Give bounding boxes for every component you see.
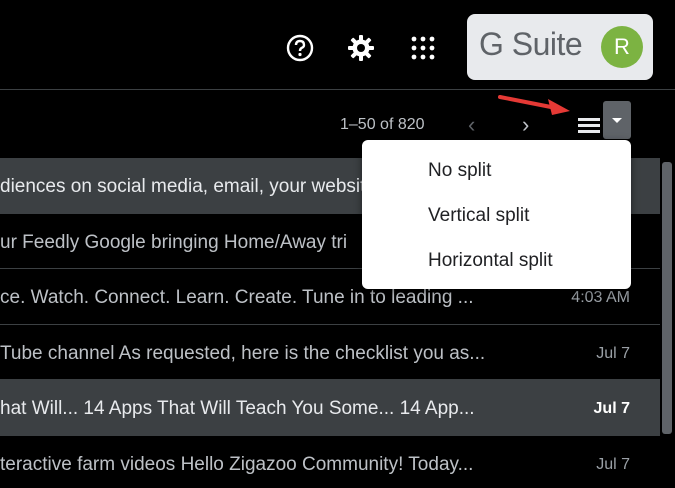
list-scrollbar[interactable] <box>660 158 675 488</box>
email-row[interactable]: hat Will... 14 Apps That Will Teach You … <box>0 380 660 436</box>
menu-item-vertical-split[interactable]: Vertical split <box>428 205 529 227</box>
email-row[interactable]: teractive farm videos Hello Zigazoo Comm… <box>0 436 660 488</box>
email-time: 4:03 AM <box>571 289 630 307</box>
previous-page-button[interactable]: ‹ <box>468 112 488 137</box>
split-pane-menu: No split Vertical split Horizontal split <box>362 140 631 289</box>
menu-item-horizontal-split[interactable]: Horizontal split <box>428 250 553 272</box>
email-row[interactable]: Tube channel As requested, here is the c… <box>0 325 660 381</box>
menu-item-no-split[interactable]: No split <box>428 160 491 182</box>
email-time: Jul 7 <box>596 344 630 362</box>
top-bar: G Suite R <box>0 0 675 90</box>
apps-icon <box>411 36 435 60</box>
apps-button[interactable] <box>403 28 443 68</box>
account-switcher[interactable]: G Suite R <box>467 14 653 80</box>
split-pane-button[interactable] <box>576 114 602 138</box>
email-time: Jul 7 <box>593 400 630 418</box>
pagination-range: 1–50 of 820 <box>340 116 425 133</box>
help-button[interactable] <box>280 28 320 68</box>
email-snippet: ce. Watch. Connect. Learn. Create. Tune … <box>0 287 474 309</box>
gsuite-logo: G Suite <box>479 26 583 62</box>
settings-button[interactable] <box>341 28 381 68</box>
email-snippet: teractive farm videos Hello Zigazoo Comm… <box>0 453 474 475</box>
email-snippet: hat Will... 14 Apps That Will Teach You … <box>0 398 475 420</box>
email-time: Jul 7 <box>596 455 630 473</box>
scrollbar-thumb[interactable] <box>662 162 672 434</box>
settings-icon <box>348 35 374 61</box>
caret-down-icon <box>612 118 622 123</box>
avatar[interactable]: R <box>601 26 643 68</box>
help-icon <box>286 34 314 62</box>
email-snippet: Tube channel As requested, here is the c… <box>0 342 486 364</box>
next-page-button[interactable]: › <box>522 112 542 137</box>
split-pane-dropdown-toggle[interactable] <box>603 101 631 139</box>
